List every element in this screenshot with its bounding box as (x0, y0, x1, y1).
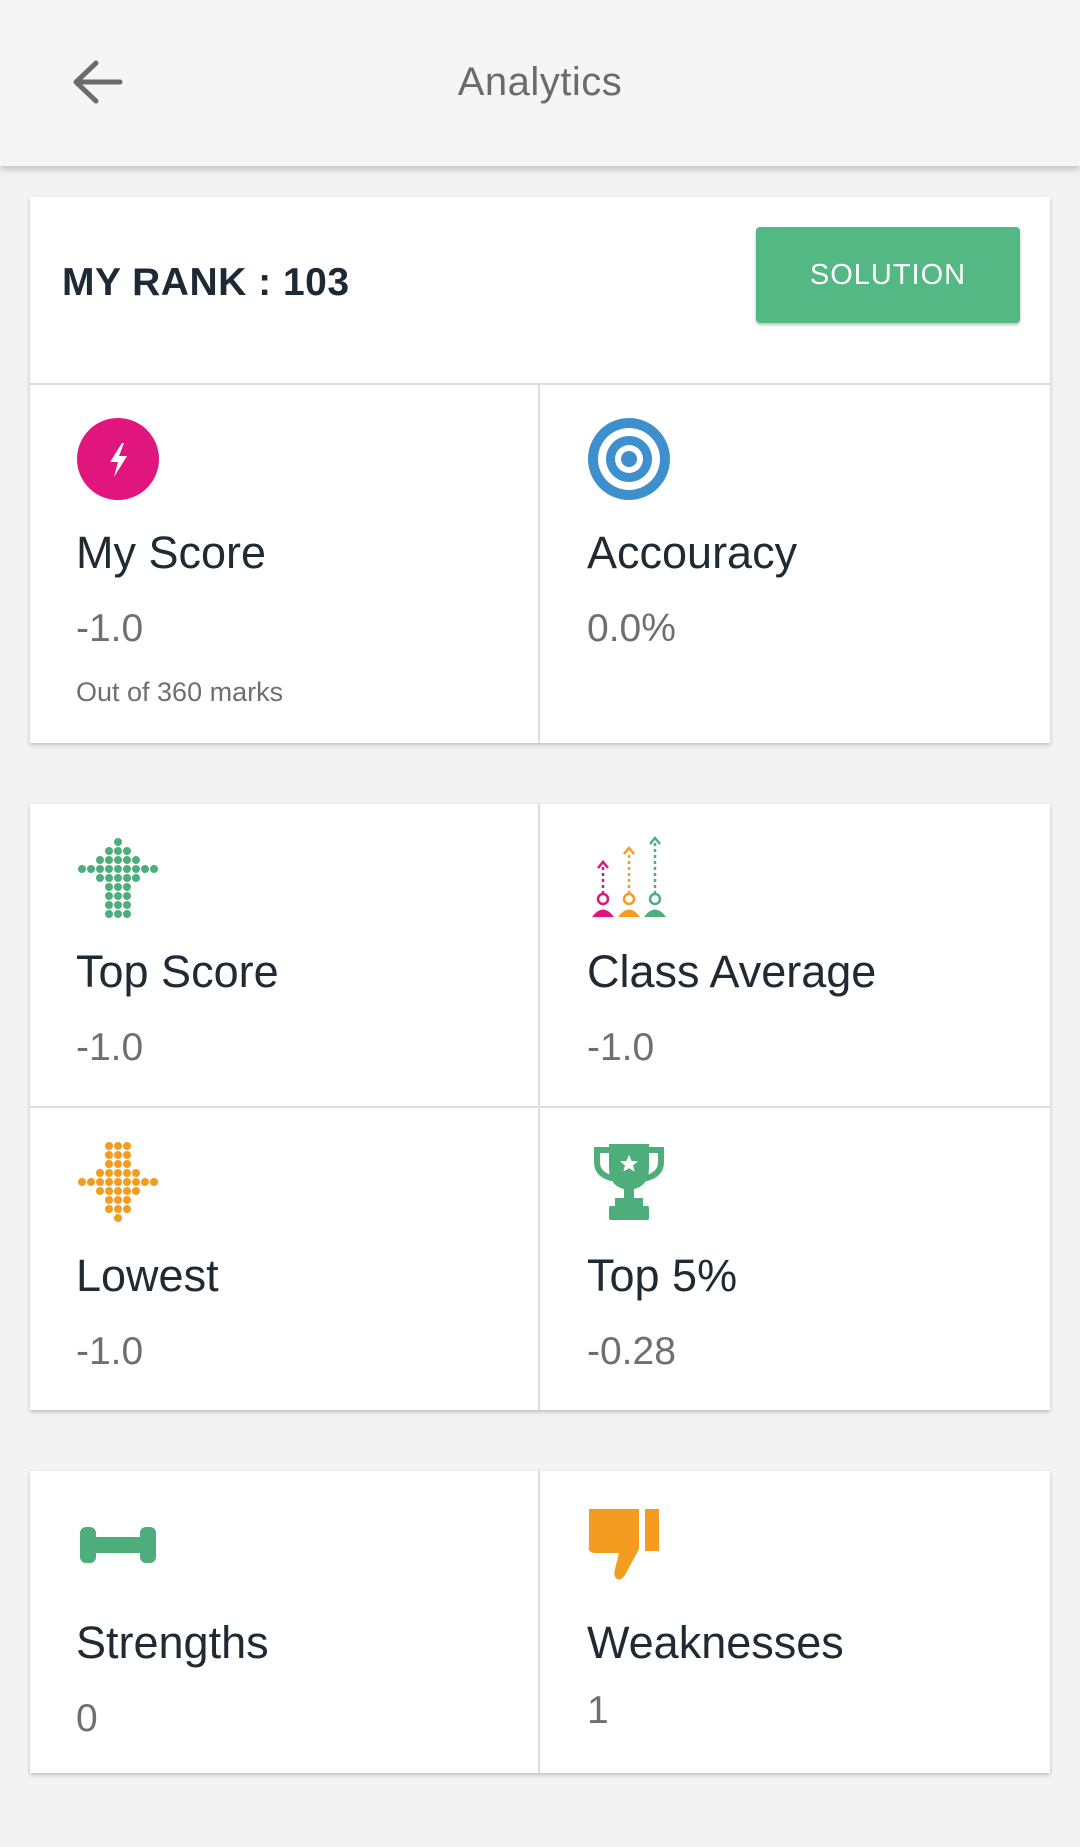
my-score-label: My Score (76, 527, 267, 578)
dotted-arrow-up-icon (76, 836, 160, 920)
page-title: Analytics (457, 60, 623, 104)
lowest-label: Lowest (76, 1250, 219, 1301)
accuracy-cell: Accouracy 0.0% (541, 385, 1050, 743)
my-rank: MY RANK : 103 (62, 261, 350, 304)
top-5-value: -0.28 (587, 1330, 676, 1373)
top-score-value: -1.0 (76, 1026, 144, 1069)
thumbs-down-icon (587, 1503, 671, 1587)
rank-card: MY RANK : 103 SOLUTION My Score -1.0 Out… (30, 197, 1050, 743)
top-5-cell: Top 5% -0.28 (541, 1108, 1050, 1410)
dotted-arrow-down-icon (76, 1140, 160, 1224)
performance-card: Strengths 0 Weaknesses 1 (30, 1471, 1050, 1773)
top-5-label: Top 5% (587, 1250, 738, 1301)
class-average-label: Class Average (587, 946, 877, 997)
class-average-icon (587, 836, 671, 920)
weaknesses-cell[interactable]: Weaknesses 1 (541, 1471, 1050, 1773)
lowest-value: -1.0 (76, 1330, 144, 1373)
weaknesses-label: Weaknesses (587, 1617, 844, 1668)
my-score-cell: My Score -1.0 Out of 360 marks (30, 385, 539, 743)
lightning-icon (76, 417, 160, 501)
strengths-label: Strengths (76, 1617, 269, 1668)
stats-card: Top Score -1.0 Class Average -1.0 Lowest… (30, 804, 1050, 1410)
weaknesses-value: 1 (587, 1689, 609, 1732)
target-icon (587, 417, 671, 501)
class-average-cell: Class Average -1.0 (541, 804, 1050, 1106)
dumbbell-icon (76, 1503, 160, 1587)
strengths-cell[interactable]: Strengths 0 (30, 1471, 539, 1773)
solution-button[interactable]: SOLUTION (756, 227, 1020, 323)
my-score-value: -1.0 (76, 607, 144, 650)
class-average-value: -1.0 (587, 1026, 655, 1069)
top-score-label: Top Score (76, 946, 279, 997)
app-bar: Analytics (0, 0, 1080, 166)
trophy-icon (587, 1140, 671, 1224)
my-score-subtext: Out of 360 marks (76, 677, 284, 707)
strengths-value: 0 (76, 1697, 98, 1740)
accuracy-value: 0.0% (587, 607, 676, 650)
lowest-cell: Lowest -1.0 (30, 1108, 539, 1410)
rank-row: MY RANK : 103 SOLUTION (30, 197, 1050, 385)
accuracy-label: Accouracy (587, 527, 798, 578)
top-score-cell: Top Score -1.0 (30, 804, 539, 1106)
